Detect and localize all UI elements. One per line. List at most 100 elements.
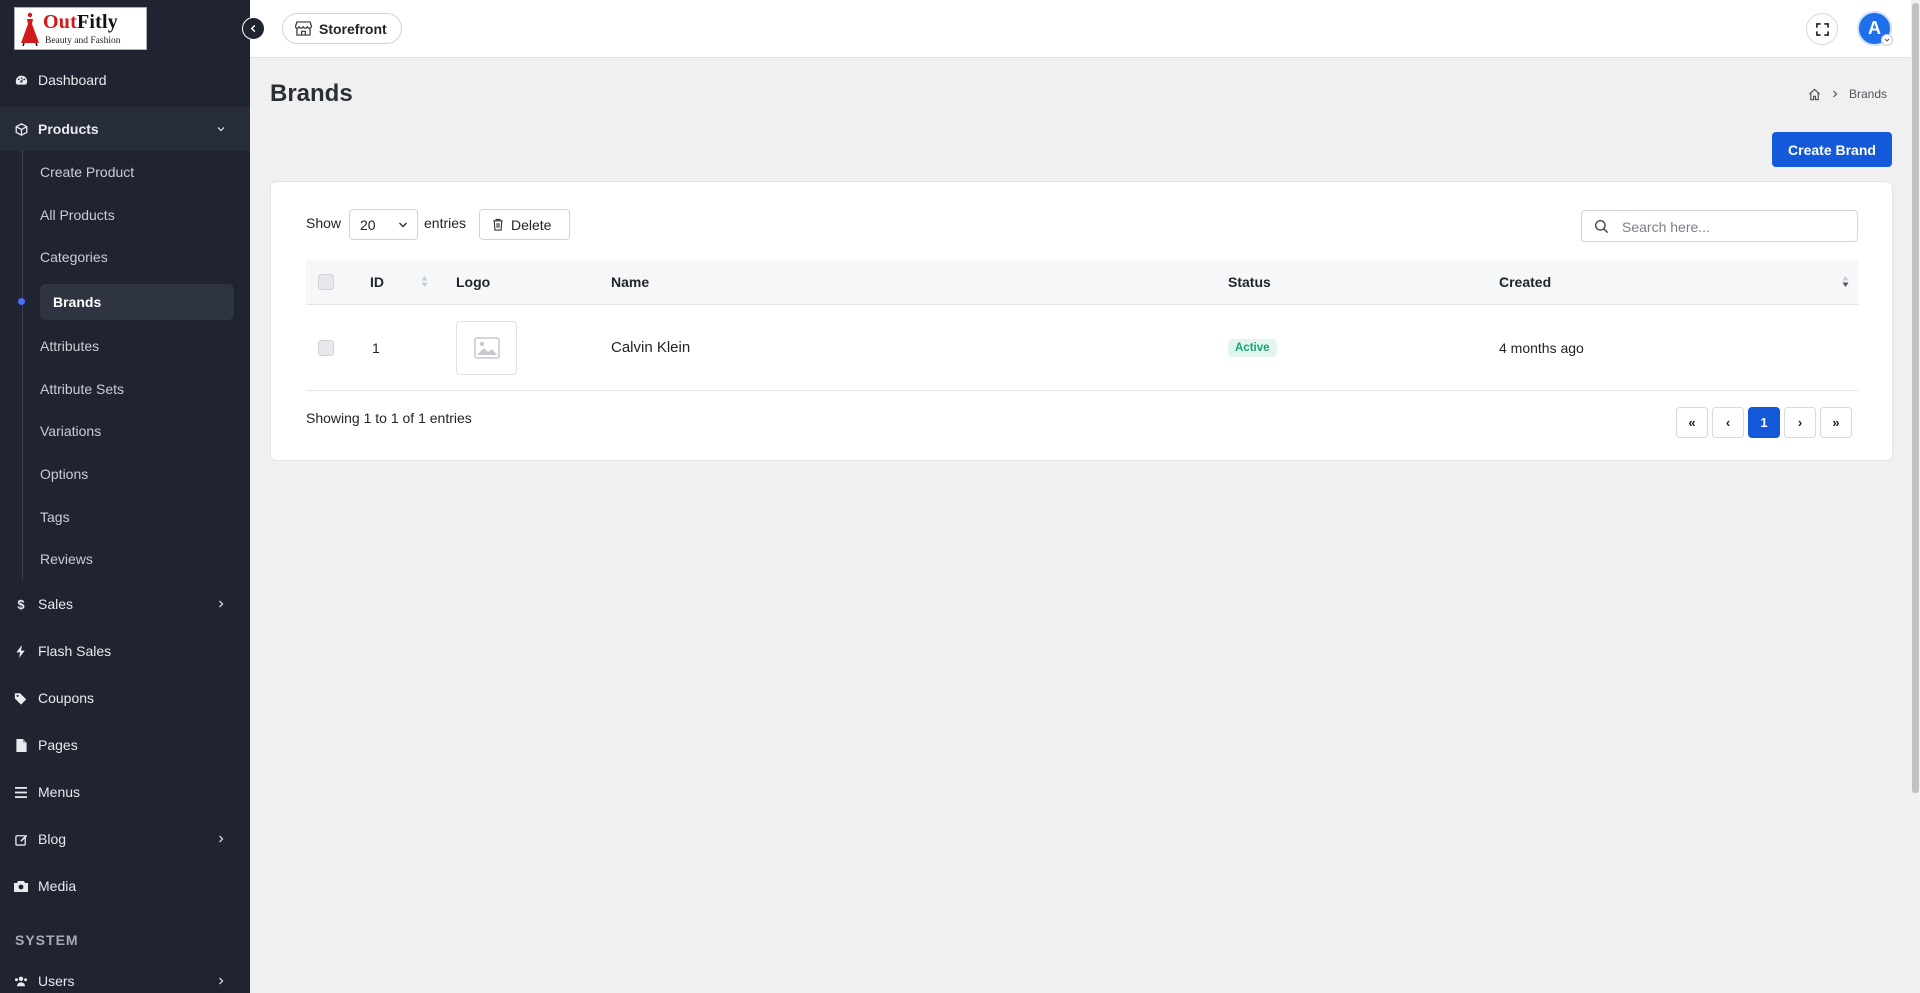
lightning-icon — [14, 644, 28, 658]
sidebar-item-label: Sales — [38, 596, 74, 612]
chevron-right-icon — [219, 600, 224, 608]
chevron-right-icon — [219, 977, 224, 985]
table-row[interactable]: 1 Calvin Klein Active 4 months ago — [306, 305, 1858, 391]
sidebar-item-menus[interactable]: Menus — [0, 772, 250, 812]
sidebar-subitem-options[interactable]: Options — [40, 459, 88, 489]
sidebar-collapse-button[interactable] — [242, 17, 265, 40]
menu-bars-icon — [14, 785, 28, 799]
status-badge: Active — [1228, 338, 1277, 357]
table-header: ID Logo Name Status Created — [306, 260, 1858, 305]
logo-tagline: Beauty and Fashion — [45, 36, 121, 46]
sidebar-subitem-tags[interactable]: Tags — [40, 502, 70, 532]
sidebar-subitem-attributes[interactable]: Attributes — [40, 331, 99, 361]
breadcrumb: Brands — [1808, 87, 1887, 101]
row-checkbox[interactable] — [318, 340, 334, 356]
column-header-id[interactable]: ID — [370, 260, 384, 304]
breadcrumb-current: Brands — [1848, 87, 1887, 101]
sidebar-item-dashboard[interactable]: Dashboard — [0, 60, 250, 100]
column-header-name[interactable]: Name — [611, 260, 649, 304]
store-icon — [295, 21, 312, 36]
submenu-divider — [22, 150, 23, 580]
scrollbar-thumb[interactable] — [1912, 3, 1919, 793]
column-header-logo: Logo — [456, 274, 491, 290]
cell-status: Active — [1228, 305, 1277, 390]
entries-per-page-select[interactable]: 20 — [349, 209, 418, 240]
search-icon — [1594, 219, 1609, 234]
active-indicator-dot — [18, 298, 25, 305]
cell-name[interactable]: Calvin Klein — [611, 305, 690, 390]
chevron-right-icon — [219, 835, 224, 843]
chevron-right-icon — [1833, 90, 1838, 98]
sidebar-item-users[interactable]: Users — [0, 961, 250, 993]
entries-label: entries — [424, 215, 467, 231]
sidebar-item-media[interactable]: Media — [0, 866, 250, 906]
chevron-down-icon — [1884, 38, 1890, 42]
fullscreen-button[interactable] — [1806, 13, 1838, 45]
cell-id: 1 — [372, 339, 380, 356]
pagination-last[interactable]: » — [1820, 407, 1852, 438]
dress-logo-icon — [21, 12, 39, 46]
tags-icon — [14, 691, 28, 705]
sidebar-item-products[interactable]: Products — [0, 107, 250, 151]
dashboard-icon — [14, 73, 28, 87]
sidebar-subitem-brands[interactable]: Brands — [40, 284, 234, 320]
sidebar-item-label: Blog — [38, 831, 67, 847]
storefront-button[interactable]: Storefront — [282, 13, 402, 44]
chevron-down-icon — [217, 127, 225, 132]
dollar-icon: $ — [17, 596, 25, 612]
sidebar-item-label: Media — [38, 878, 77, 894]
sidebar-item-label: Dashboard — [38, 72, 107, 88]
sidebar-subitem-categories[interactable]: Categories — [40, 242, 108, 272]
avatar-dropdown-caret[interactable] — [1881, 34, 1893, 46]
file-icon — [14, 738, 28, 752]
sidebar-item-label: Pages — [38, 737, 78, 753]
pagination-prev[interactable]: ‹ — [1712, 407, 1744, 438]
pagination: « ‹ 1 › » — [1676, 407, 1852, 438]
sidebar-subitem-all-products[interactable]: All Products — [40, 200, 115, 230]
fullscreen-icon — [1815, 22, 1829, 36]
sidebar-item-sales[interactable]: $ Sales — [0, 584, 250, 624]
pagination-next[interactable]: › — [1784, 407, 1816, 438]
column-header-created[interactable]: Created — [1499, 260, 1551, 304]
sidebar-item-coupons[interactable]: Coupons — [0, 678, 250, 718]
showing-entries-info: Showing 1 to 1 of 1 entries — [306, 410, 472, 426]
sidebar-item-label: Coupons — [38, 690, 95, 706]
pagination-first[interactable]: « — [1676, 407, 1708, 438]
sidebar-item-blog[interactable]: Blog — [0, 819, 250, 859]
sidebar-item-label: Products — [38, 121, 99, 137]
sidebar-subitem-reviews[interactable]: Reviews — [40, 544, 93, 574]
sort-icon[interactable] — [421, 275, 428, 288]
home-icon[interactable] — [1808, 88, 1821, 101]
sidebar-item-label: Flash Sales — [38, 643, 112, 659]
select-all-checkbox[interactable] — [318, 274, 334, 290]
brands-table-card: Show 20 entries Delete ID Logo Name Stat… — [270, 181, 1893, 461]
sidebar-item-flash-sales[interactable]: Flash Sales — [0, 631, 250, 671]
page-scrollbar[interactable] — [1911, 0, 1920, 993]
sort-desc-icon[interactable] — [1842, 275, 1849, 288]
chevron-down-icon — [399, 222, 407, 228]
sidebar-item-label: Menus — [38, 784, 81, 800]
sidebar: OutFitly Beauty and Fashion Dashboard Pr… — [0, 0, 250, 993]
pagination-page-1[interactable]: 1 — [1748, 407, 1780, 438]
sidebar-subitem-variations[interactable]: Variations — [40, 416, 101, 446]
outfitly-logo[interactable]: OutFitly Beauty and Fashion — [14, 7, 147, 50]
box-icon — [14, 122, 28, 136]
sidebar-subitem-create-product[interactable]: Create Product — [40, 157, 134, 187]
delete-button[interactable]: Delete — [479, 209, 570, 240]
cell-created: 4 months ago — [1499, 339, 1584, 356]
sidebar-subitem-attribute-sets[interactable]: Attribute Sets — [40, 374, 124, 404]
sidebar-section-system: SYSTEM — [15, 932, 79, 948]
column-header-status[interactable]: Status — [1228, 260, 1271, 304]
brand-logo-placeholder — [456, 321, 517, 375]
camera-icon — [14, 879, 28, 893]
page-title: Brands — [270, 80, 353, 107]
create-brand-button[interactable]: Create Brand — [1772, 132, 1892, 167]
sidebar-item-pages[interactable]: Pages — [0, 725, 250, 765]
search-input[interactable] — [1620, 211, 1854, 243]
entries-select-value: 20 — [360, 216, 376, 233]
delete-label: Delete — [511, 216, 552, 233]
image-placeholder-icon — [473, 337, 500, 359]
trash-icon — [493, 218, 503, 231]
search-field[interactable] — [1581, 210, 1858, 243]
edit-icon — [14, 832, 28, 846]
